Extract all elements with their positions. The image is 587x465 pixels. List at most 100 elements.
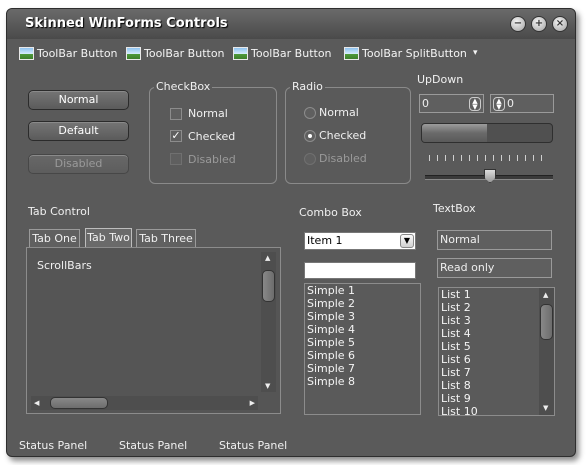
minimize-icon[interactable]: −	[510, 16, 526, 32]
toolbar: ToolBar Button ToolBar Button ToolBar Bu…	[7, 39, 575, 65]
radio-dot-icon	[308, 134, 312, 138]
updown-title: UpDown	[417, 73, 464, 86]
radio-disabled[interactable]	[304, 153, 316, 165]
toolbar-splitbutton-label: ToolBar SplitButton	[362, 46, 467, 60]
list-item[interactable]: List 10	[439, 405, 554, 415]
radio-checked[interactable]	[304, 130, 316, 142]
toolbar-button-label: ToolBar Button	[251, 46, 332, 60]
list-item[interactable]: List 8	[439, 379, 554, 392]
toolbar-button-3[interactable]: ToolBar Button	[233, 45, 332, 61]
tab-panel: ScrollBars ▲ ▼ ◀ ▶	[26, 247, 281, 414]
title-bar[interactable]: Skinned WinForms Controls − + ×	[7, 9, 575, 39]
scroll-up-icon[interactable]: ▲	[543, 291, 548, 299]
updown-field-1[interactable]: 0 ▲ ▼	[419, 94, 484, 113]
listbox-items: List 1 List 2 List 3 List 4 List 5 List 6 List…	[439, 288, 554, 415]
updown-field-2[interactable]: ▲ ▼ 0	[490, 94, 554, 113]
horizontal-scroll-thumb[interactable]	[50, 397, 108, 409]
dropdown-combobox[interactable]: Item 1 ▼	[304, 232, 416, 250]
progress-bar	[421, 123, 553, 143]
radio-normal[interactable]	[304, 107, 316, 119]
vertical-scrollbar[interactable]: ▲ ▼	[261, 252, 276, 392]
toolbar-button-1[interactable]: ToolBar Button	[19, 45, 118, 61]
listbox-scrollbar[interactable]: ▲ ▼	[539, 288, 554, 415]
radio-disabled-label: Disabled	[319, 152, 367, 165]
vertical-scroll-thumb[interactable]	[262, 270, 275, 302]
combobox-title: Combo Box	[299, 206, 362, 219]
list-item[interactable]: Simple 5	[305, 336, 420, 349]
list-item[interactable]: List 1	[439, 288, 554, 301]
checkbox-disabled[interactable]	[170, 153, 182, 165]
listbox-scroll-thumb[interactable]	[540, 304, 553, 340]
checkbox-checked-label: Checked	[188, 130, 236, 143]
toolbar-button-2[interactable]: ToolBar Button	[126, 45, 225, 61]
list-item[interactable]: Simple 6	[305, 349, 420, 362]
default-button[interactable]: Default	[28, 121, 129, 141]
toolbar-button-label: ToolBar Button	[144, 46, 225, 60]
textbox-title: TextBox	[433, 202, 476, 215]
combobox-value: Item 1	[307, 234, 343, 247]
list-item[interactable]: List 3	[439, 314, 554, 327]
textbox-normal[interactable]: Normal	[437, 230, 552, 250]
checkbox-group: CheckBox Normal ✓ Checked Disabled	[149, 80, 277, 184]
trackbar-ticks	[429, 155, 549, 161]
image-icon	[19, 46, 34, 60]
splitbutton-dropdown-icon[interactable]: ▾	[473, 45, 478, 61]
list-item[interactable]: List 6	[439, 353, 554, 366]
updown-spin-icon[interactable]: ▲ ▼	[469, 97, 481, 111]
list-item[interactable]: List 7	[439, 366, 554, 379]
chevron-down-icon[interactable]: ▼	[400, 234, 414, 248]
scroll-down-icon[interactable]: ▼	[543, 404, 548, 412]
textbox-readonly[interactable]: Read only	[437, 258, 552, 278]
list-item[interactable]: Simple 3	[305, 310, 420, 323]
tab-three[interactable]: Tab Three	[136, 229, 196, 247]
list-item[interactable]: List 9	[439, 392, 554, 405]
main-window: Skinned WinForms Controls − + × ToolBar …	[6, 8, 576, 457]
scroll-up-icon[interactable]: ▲	[265, 254, 270, 262]
toolbar-splitbutton[interactable]: ToolBar SplitButton	[344, 45, 467, 61]
radio-normal-label: Normal	[319, 106, 359, 119]
maximize-icon[interactable]: +	[531, 16, 547, 32]
simple-combobox-input[interactable]	[304, 262, 416, 279]
checkbox-normal[interactable]	[170, 108, 182, 120]
radio-group-title: Radio	[290, 80, 325, 93]
trackbar-thumb[interactable]	[484, 169, 496, 183]
list-item[interactable]: Simple 2	[305, 297, 420, 310]
list-item[interactable]: List 5	[439, 340, 554, 353]
toolbar-button-label: ToolBar Button	[37, 46, 118, 60]
list-item[interactable]: List 2	[439, 301, 554, 314]
close-icon[interactable]: ×	[552, 16, 568, 32]
scroll-left-icon[interactable]: ◀	[34, 399, 39, 407]
progress-fill	[422, 124, 487, 142]
list-item[interactable]: Simple 8	[305, 375, 420, 388]
tab-panel-content: ScrollBars	[37, 259, 92, 272]
list-item[interactable]: Simple 4	[305, 323, 420, 336]
tab-two[interactable]: Tab Two	[85, 228, 132, 247]
tab-one[interactable]: Tab One	[29, 229, 80, 247]
horizontal-scrollbar[interactable]: ◀ ▶	[31, 396, 258, 410]
disabled-button[interactable]: Disabled	[28, 154, 129, 174]
updown-spin-icon[interactable]: ▲ ▼	[493, 97, 505, 111]
image-icon	[344, 46, 359, 60]
image-icon	[126, 46, 141, 60]
checkbox-checked[interactable]: ✓	[170, 130, 182, 142]
checkbox-disabled-label: Disabled	[188, 153, 236, 166]
simple-list-items: Simple 1 Simple 2 Simple 3 Simple 4 Simple 5…	[305, 284, 420, 388]
checkbox-group-title: CheckBox	[154, 80, 213, 93]
scroll-down-icon[interactable]: ▼	[265, 382, 270, 390]
normal-button[interactable]: Normal	[28, 90, 129, 110]
simple-combobox-list[interactable]: Simple 1 Simple 2 Simple 3 Simple 4 Simple 5…	[304, 283, 421, 415]
list-item[interactable]: Simple 7	[305, 362, 420, 375]
list-item[interactable]: List 4	[439, 327, 554, 340]
image-icon	[233, 46, 248, 60]
updown-value-2: 0	[507, 97, 514, 110]
updown-value-1: 0	[422, 97, 429, 110]
list-item[interactable]: Simple 1	[305, 284, 420, 297]
listbox[interactable]: List 1 List 2 List 3 List 4 List 5 List 6 List…	[438, 287, 555, 416]
tabcontrol-title: Tab Control	[28, 205, 90, 218]
check-mark-icon: ✓	[171, 129, 181, 142]
status-panel-2: Status Panel	[119, 439, 188, 452]
window-title: Skinned WinForms Controls	[25, 16, 228, 31]
checkbox-normal-label: Normal	[188, 107, 228, 120]
status-panel-1: Status Panel	[19, 439, 88, 452]
scroll-right-icon[interactable]: ▶	[250, 399, 255, 407]
